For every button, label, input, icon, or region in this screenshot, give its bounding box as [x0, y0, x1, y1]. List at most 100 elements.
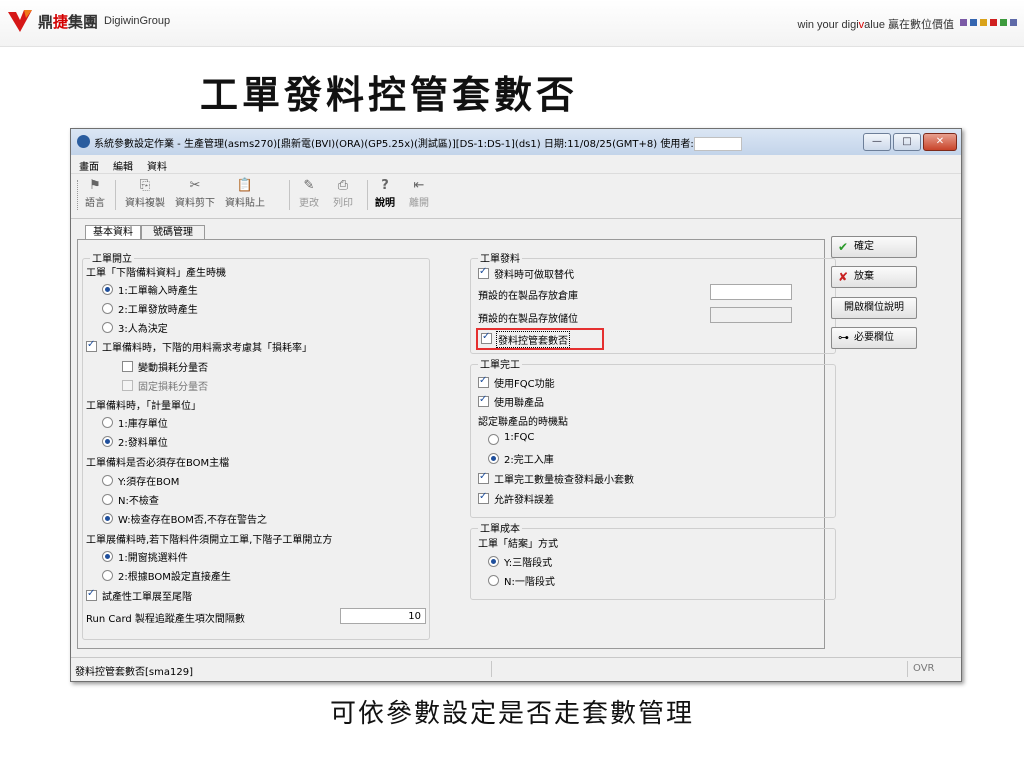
runcard-interval-input[interactable]: 10 [340, 608, 426, 624]
menu-edit[interactable]: 編輯 [113, 158, 133, 173]
field-help-button[interactable]: 開啟欄位說明 [831, 297, 917, 319]
radio-label: W:檢查存在BOM否,不存在警告之 [118, 515, 268, 526]
toolbar-button[interactable]: ⎘ 資料複製 [125, 178, 165, 209]
abandon-button[interactable]: ✘ 放棄 [831, 266, 917, 288]
maximize-icon: □ [902, 136, 912, 147]
copy-icon: ⎘ [139, 178, 151, 193]
key-icon: ⊶ [838, 331, 849, 344]
brand-square [970, 19, 977, 26]
joint-product-checkbox[interactable] [478, 394, 489, 407]
radio-label: 2:發料單位 [118, 438, 168, 449]
radio-button[interactable] [488, 453, 499, 464]
menu-screen[interactable]: 畫面 [79, 158, 99, 173]
radio-button[interactable] [102, 551, 113, 562]
menu-data[interactable]: 資料 [147, 158, 167, 173]
toolbar-button[interactable]: ⚑ 語言 [85, 178, 105, 209]
toolbar-button[interactable]: ? 說明 [375, 178, 395, 209]
fqc-label: 使用FQC功能 [494, 379, 555, 390]
q4-label: 工單展備料時,若下階料件須開立工單,下階子工單開立方 [86, 535, 333, 546]
logo-en: DigiwinGroup [104, 15, 171, 27]
wip-location-label: 預設的在製品存放儲位 [478, 314, 578, 325]
radio-label: 3:人為決定 [118, 324, 168, 335]
slogan: win your digivalue 贏在數位價值 [797, 19, 955, 31]
brand-square [960, 19, 967, 26]
toolbar-label: 資料剪下 [175, 198, 215, 209]
toolbar-button[interactable]: ✂ 資料剪下 [175, 178, 215, 209]
help-icon: ? [381, 178, 389, 193]
radio-label: 2:根據BOM設定直接產生 [118, 572, 231, 583]
toolbar-button[interactable]: ⎙ 列印 [333, 178, 353, 209]
substitute-checkbox[interactable] [478, 266, 489, 279]
radio-label: N:不檢查 [118, 496, 159, 507]
flag-icon: ⚑ [89, 178, 101, 193]
company-logo: 鼎捷集團 DigiwinGroup [6, 8, 170, 34]
close-button[interactable]: ✕ [923, 133, 957, 151]
logo-zh-3: 集團 [68, 12, 99, 31]
toolbar-button[interactable]: ✎ 更改 [299, 178, 319, 209]
scissors-icon: ✂ [189, 178, 201, 193]
substitute-label: 發料時可做取替代 [494, 270, 574, 281]
toolbar-separator [367, 180, 368, 210]
radio-button[interactable] [488, 556, 499, 567]
min-kit-label: 工單完工數量檢查發料最小套數 [494, 475, 634, 486]
toolbar: ⚑ 語言 ⎘ 資料複製 ✂ 資料剪下 📋 資料貼上 ✎ 更改 ⎙ 列印 ? 說明 ⇤ 離開 [71, 173, 961, 219]
variable-loss-label: 變動損耗分量否 [138, 363, 208, 374]
close-icon: ✕ [935, 136, 945, 147]
window-title: 系統參數設定作業 - 生產管理(asms270)[鼎新電(BVI)(ORA)(G… [94, 135, 742, 151]
loss-rate-checkbox[interactable] [86, 339, 97, 352]
radio-label: 1:FQC [504, 432, 535, 443]
brand-square [990, 19, 997, 26]
variable-loss-checkbox[interactable] [122, 361, 133, 372]
runcard-label: Run Card 製程追蹤產生項次間隔數 [86, 614, 245, 625]
radio-button[interactable] [102, 436, 113, 447]
toolbar-separator [115, 180, 116, 210]
group-title-open: 工單開立 [90, 250, 134, 265]
slide-caption: 可依參數設定是否走套數管理 [329, 699, 694, 729]
radio-button[interactable] [102, 513, 113, 524]
trial-production-label: 試產性工單展至尾階 [102, 592, 192, 603]
minimize-button[interactable]: — [863, 133, 891, 151]
required-fields-button[interactable]: ⊶ 必要欄位 [831, 327, 917, 349]
group-title-issue: 工單發料 [478, 250, 522, 265]
toolbar-button[interactable]: 📋 資料貼上 [225, 178, 265, 209]
radio-button[interactable] [102, 417, 113, 428]
fixed-loss-checkbox [122, 380, 133, 391]
radio-button[interactable] [488, 434, 499, 445]
joint-product-label: 使用聯產品 [494, 398, 544, 409]
cross-icon: ✘ [838, 270, 849, 284]
radio-label: 1:庫存單位 [118, 419, 168, 430]
kit-control-checkbox[interactable] [481, 331, 492, 344]
q3-label: 工單備料是否必須存在BOM主檔 [86, 458, 230, 469]
radio-button[interactable] [102, 494, 113, 505]
toolbar-label: 離開 [409, 198, 429, 209]
toolbar-grip[interactable] [77, 180, 81, 210]
radio-button[interactable] [102, 303, 113, 314]
logo-zh-1: 鼎 [38, 12, 54, 31]
radio-button[interactable] [102, 570, 113, 581]
radio-button[interactable] [102, 475, 113, 486]
trial-production-checkbox[interactable] [86, 588, 97, 601]
wip-warehouse-input[interactable] [710, 284, 792, 300]
check-icon: ✔ [838, 240, 849, 254]
radio-button[interactable] [102, 322, 113, 333]
toolbar-label: 更改 [299, 198, 319, 209]
toolbar-label: 語言 [85, 198, 105, 209]
over-issue-checkbox[interactable] [478, 491, 489, 504]
tab-number-management[interactable]: 號碼管理 [141, 225, 205, 240]
radio-button[interactable] [102, 284, 113, 295]
radio-label: 1:工單輸入時產生 [118, 286, 198, 297]
brand-square [980, 19, 987, 26]
app-icon [77, 135, 90, 148]
tab-basic-data[interactable]: 基本資料 [85, 225, 141, 240]
radio-button[interactable] [488, 575, 499, 586]
confirm-button[interactable]: ✔ 確定 [831, 236, 917, 258]
menu-bar: 畫面 編輯 資料 [71, 155, 961, 173]
fqc-checkbox[interactable] [478, 375, 489, 388]
min-kit-checkbox[interactable] [478, 471, 489, 484]
joint-timing-label: 認定聯產品的時機點 [478, 417, 568, 428]
maximize-button[interactable]: □ [893, 133, 921, 151]
close-method-label: 工單「結案」方式 [478, 539, 558, 550]
toolbar-button[interactable]: ⇤ 離開 [409, 178, 429, 209]
group-title-cost: 工單成本 [478, 520, 522, 535]
brand-square [1010, 19, 1017, 26]
